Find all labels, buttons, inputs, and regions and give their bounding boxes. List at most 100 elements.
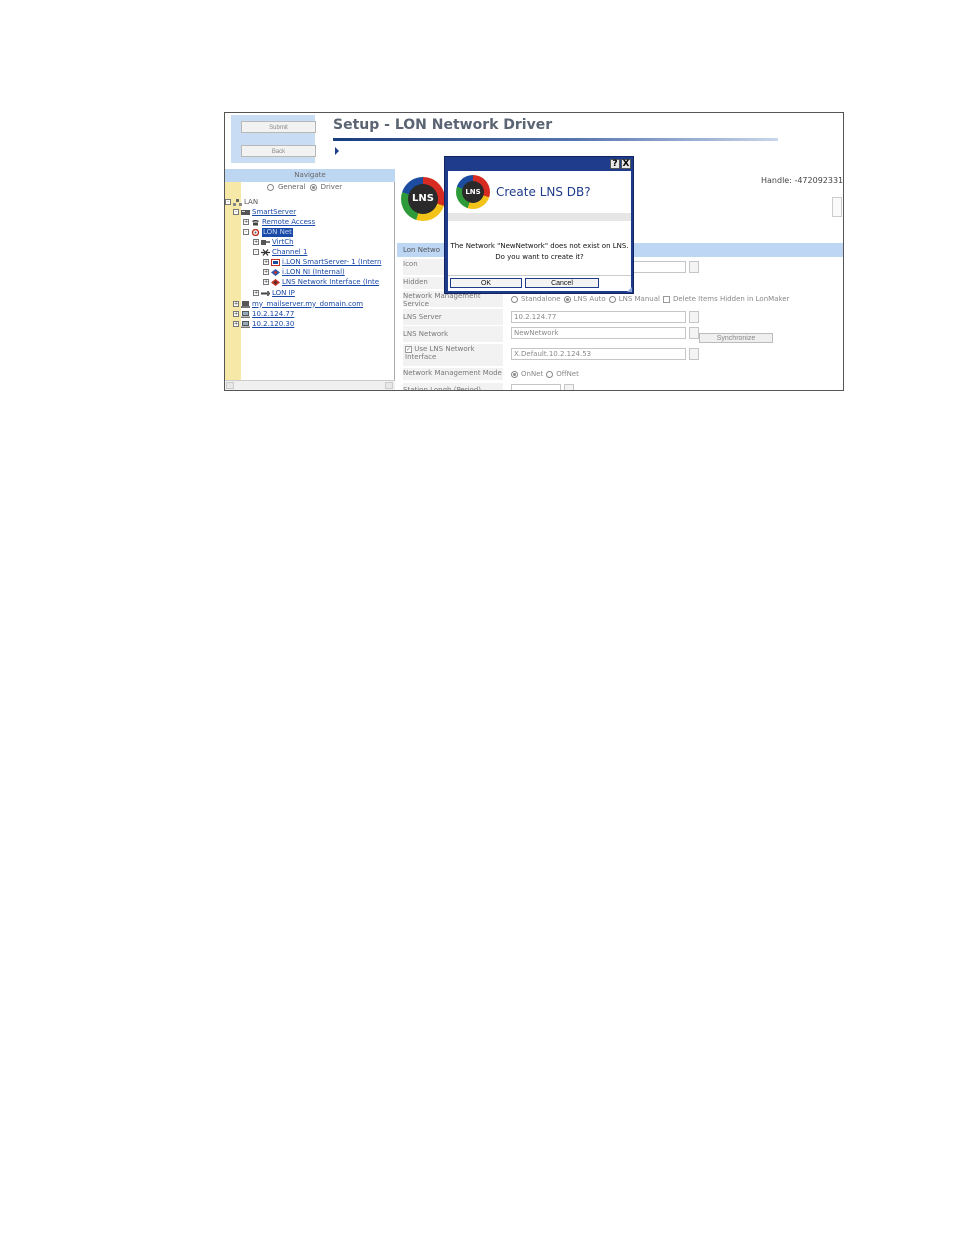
- radio-driver-label: Driver: [320, 183, 343, 191]
- tree-item-lan[interactable]: - LAN: [225, 197, 258, 207]
- expand-icon[interactable]: +: [253, 239, 259, 245]
- lns-network-input[interactable]: NewNetwork: [511, 327, 686, 339]
- nav-horizontal-scrollbar[interactable]: [225, 380, 395, 390]
- truncated-label: Station Longh (Period): [403, 383, 503, 390]
- nms-options: Standalone LNS Auto LNS Manual Delete It…: [511, 295, 789, 303]
- use-lns-ni-label: Use LNS Network Interface: [405, 345, 475, 361]
- radio-lns-manual[interactable]: [608, 295, 616, 303]
- lns-auto-label: LNS Auto: [573, 295, 606, 303]
- content-scrollbar[interactable]: [832, 197, 842, 217]
- row-nmm: Network Management Mode OnNet OffNet: [397, 368, 843, 380]
- lns-manual-label: LNS Manual: [618, 295, 660, 303]
- tree-item-ilon-ni[interactable]: + i.LON NI (Internal): [263, 267, 345, 277]
- virtual-channel-icon: [261, 239, 270, 245]
- tree-item-lns-network-interface[interactable]: + LNS Network Interface (Inte: [263, 277, 379, 287]
- tree-label: i.LON NI (Internal): [282, 267, 345, 276]
- tree-item-ilon-smartserver[interactable]: + i.LON SmartServer- 1 (Intern: [263, 257, 381, 267]
- radio-onnet[interactable]: [511, 370, 518, 378]
- lns-logo-text: LNS: [408, 184, 438, 214]
- tree-label: Channel 1: [272, 247, 308, 256]
- tree-label: Remote Access: [262, 217, 316, 226]
- expand-icon[interactable]: +: [253, 290, 259, 296]
- ok-button[interactable]: OK: [450, 278, 522, 288]
- pc-icon: [241, 310, 250, 318]
- synchronize-button[interactable]: Synchronize: [699, 333, 773, 343]
- lns-server-label: LNS Server: [403, 309, 503, 325]
- lns-server-input[interactable]: 10.2.124.77: [511, 311, 686, 323]
- dialog-message-line2: Do you want to create it?: [495, 253, 584, 261]
- use-lns-ni-label-cell: ✓ Use LNS Network Interface: [403, 344, 503, 366]
- tree-item-mailserver[interactable]: + my_mailserver.my_domain.com: [233, 299, 363, 309]
- help-icon[interactable]: ?: [610, 159, 620, 169]
- title-divider: [333, 138, 778, 141]
- channel-icon: [261, 248, 270, 256]
- lns-interface-icon: [271, 278, 280, 286]
- navigate-header: Navigate: [225, 169, 395, 182]
- nmm-label: Network Management Mode: [403, 368, 503, 380]
- dialog-body: LNS Create LNS DB? The Network "NewNetwo…: [448, 171, 631, 291]
- tree-item-10-2-124-77[interactable]: + 10.2.124.77: [233, 309, 294, 319]
- expand-icon[interactable]: +: [233, 311, 239, 317]
- truncated-input[interactable]: [511, 384, 561, 390]
- tree-item-channel-1[interactable]: - Channel 1: [253, 247, 307, 257]
- use-lns-ni-input[interactable]: X.Default.10.2.124.53: [511, 348, 686, 360]
- tree-item-lon-net[interactable]: - LON Net: [243, 227, 293, 237]
- expand-icon[interactable]: +: [233, 301, 239, 307]
- dialog-band: [448, 213, 631, 221]
- server-icon: [241, 209, 250, 215]
- truncated-button[interactable]: [564, 384, 574, 390]
- expand-icon[interactable]: +: [263, 279, 269, 285]
- radio-general[interactable]: [267, 183, 274, 191]
- resize-grip-icon[interactable]: [627, 287, 632, 292]
- action-panel: Submit Back: [231, 115, 316, 163]
- close-icon[interactable]: X: [621, 159, 631, 169]
- tree-item-10-2-120-30[interactable]: + 10.2.120.30: [233, 319, 294, 329]
- scroll-right-icon[interactable]: [385, 382, 393, 389]
- radio-lns-auto[interactable]: [563, 295, 571, 303]
- scroll-left-icon[interactable]: [226, 382, 234, 389]
- create-lns-db-dialog: ? X LNS Create LNS DB? The Network "NewN…: [444, 156, 634, 294]
- radio-standalone[interactable]: [511, 295, 518, 303]
- phone-icon: [252, 219, 259, 225]
- dialog-lns-logo: LNS: [456, 175, 490, 209]
- cancel-button[interactable]: Cancel: [525, 278, 599, 288]
- row-use-lns-ni: ✓ Use LNS Network Interface X.Default.10…: [397, 344, 843, 366]
- radio-driver[interactable]: [309, 183, 317, 191]
- offnet-label: OffNet: [556, 370, 579, 378]
- tree-item-smartserver[interactable]: - SmartServer: [233, 207, 296, 217]
- radio-offnet[interactable]: [546, 370, 554, 378]
- collapse-icon[interactable]: -: [253, 249, 259, 255]
- nmm-options: OnNet OffNet: [511, 370, 579, 378]
- lns-server-button[interactable]: [689, 311, 699, 323]
- use-lns-ni-button[interactable]: [689, 348, 699, 360]
- icon-browse-button[interactable]: [689, 261, 699, 273]
- tree-item-lon-ip[interactable]: + LON IP: [253, 288, 295, 298]
- tree-label: LON IP: [272, 288, 295, 297]
- submit-button[interactable]: Submit: [241, 121, 316, 133]
- expand-icon[interactable]: +: [233, 321, 239, 327]
- use-lns-ni-checkbox[interactable]: ✓: [405, 346, 412, 353]
- standalone-label: Standalone: [521, 295, 561, 303]
- tree-label: VirtCh: [272, 237, 294, 246]
- collapse-icon[interactable]: -: [243, 229, 249, 235]
- expand-icon[interactable]: +: [263, 269, 269, 275]
- collapse-icon[interactable]: -: [233, 209, 239, 215]
- collapse-icon[interactable]: -: [225, 199, 231, 205]
- back-button[interactable]: Back: [241, 145, 316, 157]
- dialog-logo-text: LNS: [462, 181, 484, 203]
- page-title: Setup - LON Network Driver: [333, 117, 553, 133]
- ni-icon: [271, 268, 280, 276]
- delete-hidden-checkbox[interactable]: [662, 295, 670, 303]
- expand-icon[interactable]: +: [243, 219, 249, 225]
- tree-label: 10.2.120.30: [252, 319, 295, 328]
- tree-label: 10.2.124.77: [252, 309, 295, 318]
- tree-item-remote-access[interactable]: + Remote Access: [243, 217, 315, 227]
- lns-network-button[interactable]: [689, 327, 699, 339]
- arrow-right-icon[interactable]: [335, 147, 339, 155]
- handle-readout: Handle: -472092331: [761, 176, 844, 185]
- tree-label-selected: LON Net: [262, 227, 293, 237]
- tree-label: LNS Network Interface (Inte: [282, 277, 380, 286]
- expand-icon[interactable]: +: [263, 259, 269, 265]
- delete-hidden-label: Delete Items Hidden in LonMaker: [672, 295, 790, 303]
- tree-item-virtch[interactable]: + VirtCh: [253, 237, 294, 247]
